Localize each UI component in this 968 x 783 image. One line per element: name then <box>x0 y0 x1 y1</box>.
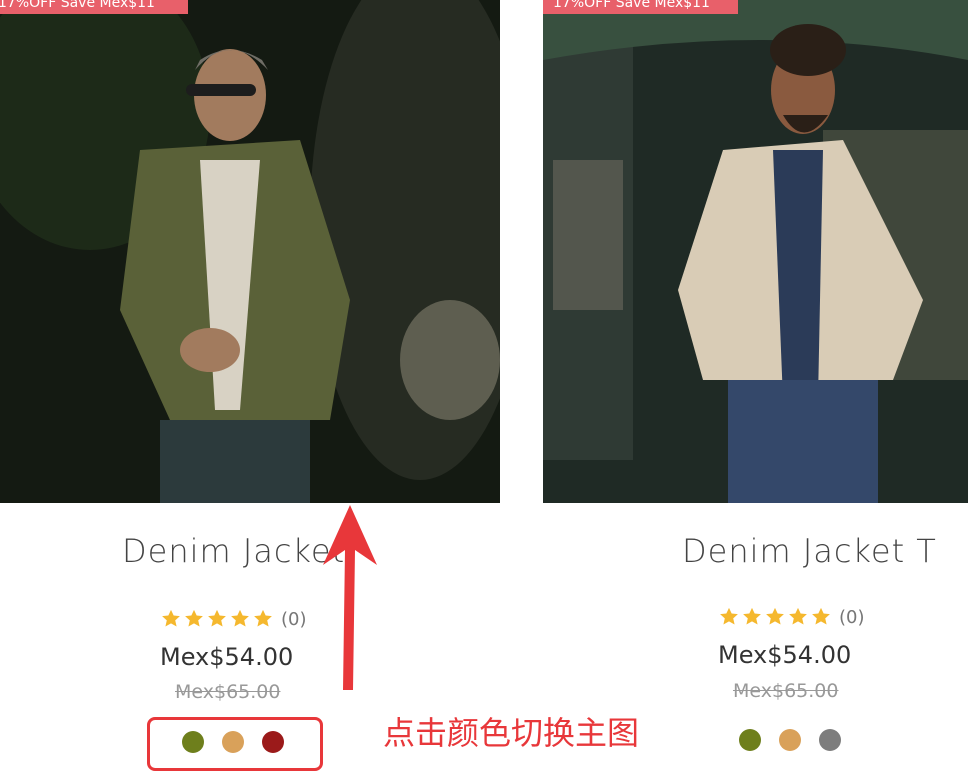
star-icon <box>812 607 830 625</box>
product-image[interactable]: 17%OFF Save Mex$11 <box>543 0 968 503</box>
product-photo-illustration <box>543 0 968 503</box>
rating: (0) <box>718 606 865 628</box>
review-count[interactable]: (0) <box>839 607 865 628</box>
product-title[interactable]: Denim Jacket <box>122 532 345 570</box>
product-photo-illustration <box>0 0 500 503</box>
review-count[interactable]: (0) <box>281 609 307 630</box>
star-icon <box>208 609 226 627</box>
star-icon <box>185 609 203 627</box>
discount-badge: 17%OFF Save Mex$11 <box>0 0 188 14</box>
original-price: Mex$65.00 <box>733 680 839 702</box>
star-icon <box>162 609 180 627</box>
star-icon <box>231 609 249 627</box>
annotation-highlight-box <box>147 717 323 771</box>
star-icon <box>720 607 738 625</box>
product-card-2[interactable]: 17%OFF Save Mex$11 Denim Jacket T (0) Me… <box>543 0 968 783</box>
color-swatch-olive[interactable] <box>739 729 761 751</box>
color-swatch-tan[interactable] <box>779 729 801 751</box>
star-icon <box>789 607 807 625</box>
original-price: Mex$65.00 <box>175 681 281 703</box>
annotation-arrow-icon <box>323 505 377 690</box>
product-title[interactable]: Denim Jacket T <box>682 532 937 570</box>
discount-badge: 17%OFF Save Mex$11 <box>543 0 738 14</box>
annotation-text: 点击颜色切换主图 <box>383 714 640 752</box>
product-card-1[interactable]: 17%OFF Save Mex$11 Denim Jacket (0) Mex$… <box>0 0 500 783</box>
color-swatch-gray[interactable] <box>819 729 841 751</box>
product-image[interactable]: 17%OFF Save Mex$11 <box>0 0 500 503</box>
star-icon <box>254 609 272 627</box>
sale-price: Mex$54.00 <box>718 641 852 669</box>
star-icon <box>766 607 784 625</box>
color-swatches <box>739 729 841 751</box>
sale-price: Mex$54.00 <box>160 643 294 671</box>
rating: (0) <box>160 608 307 630</box>
star-icon <box>743 607 761 625</box>
